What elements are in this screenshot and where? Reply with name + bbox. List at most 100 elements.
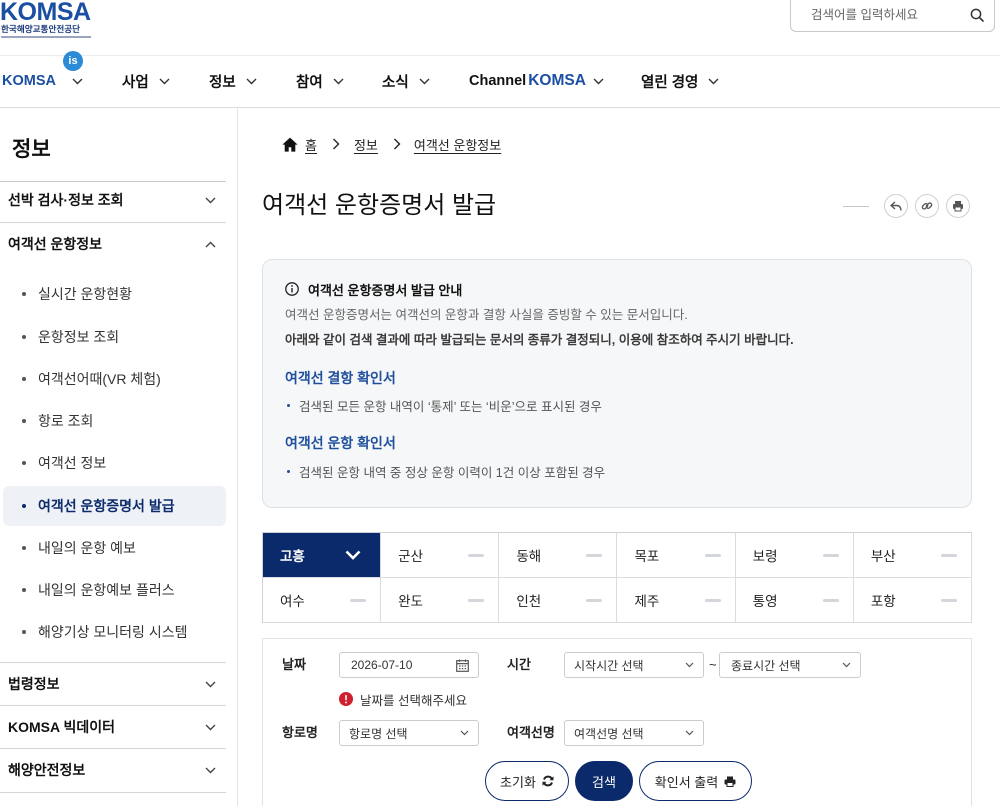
sidebar-divider-line <box>0 748 226 749</box>
nav-item-brand: KOMSA <box>528 72 586 89</box>
region-tab[interactable]: 포항 <box>853 578 972 623</box>
nav-item-label: 소식 <box>382 74 409 91</box>
sidebar-item-vr-experience[interactable]: 여객선어때(VR 체험) <box>3 359 226 399</box>
notice-bullet-text: 검색된 모든 운항 내역이 ‘통제’ 또는 ‘비운’으로 표시된 경우 <box>299 399 602 414</box>
print-icon[interactable] <box>946 194 970 218</box>
sidebar-group-label: 해양안전정보 <box>8 762 86 778</box>
nav-item-komsa[interactable]: KOMSA <box>2 71 83 91</box>
sidebar-group-ship-inspection[interactable]: 선박 검사·정보 조회 <box>0 180 226 220</box>
bullet-icon <box>22 630 26 634</box>
ship-value: 여객선명 선택 <box>574 726 644 741</box>
bullet-icon <box>22 461 26 465</box>
route-value: 항로명 선택 <box>349 726 408 741</box>
nav-item-info[interactable]: 정보 <box>209 71 257 91</box>
bullet-icon <box>22 588 26 592</box>
chevron-down-icon <box>72 78 83 85</box>
minus-icon <box>704 553 721 557</box>
region-tab[interactable]: 제주 <box>617 578 736 623</box>
sidebar-item-weather-monitoring[interactable]: 해양기상 모니터링 시스템 <box>3 612 226 652</box>
route-select[interactable]: 항로명 선택 <box>339 720 479 746</box>
region-tab[interactable]: 여수 <box>263 578 382 623</box>
search-button[interactable]: 검색 <box>575 761 633 801</box>
print-button-label: 확인서 출력 <box>654 774 719 790</box>
region-tab[interactable]: 완도 <box>381 578 500 623</box>
date-error: 날짜를 선택해주세요 <box>339 690 467 708</box>
sidebar-group-law[interactable]: 법령정보 <box>0 664 226 704</box>
sidebar-item-ship-info[interactable]: 여객선 정보 <box>3 443 226 483</box>
minus-icon <box>940 598 957 602</box>
nav-item-business[interactable]: 사업 <box>122 71 170 91</box>
region-tab[interactable]: 군산 <box>381 533 500 578</box>
sidebar-group-passenger-ship[interactable]: 여객선 운항정보 <box>0 224 226 264</box>
notice-section-title: 여객선 결항 확인서 <box>285 370 396 386</box>
region-tab-label: 인천 <box>516 594 542 609</box>
sidebar-item-label: 해양기상 모니터링 시스템 <box>38 624 188 640</box>
chevron-down-icon <box>593 78 604 85</box>
breadcrumb-info[interactable]: 정보 <box>354 135 378 154</box>
certificate-search-form: 날짜 2026-07-10 시간 시작시간 선택 ~ 종료시간 선택 날짜를 선… <box>262 638 972 806</box>
region-tab[interactable]: 고흥 <box>263 533 382 578</box>
sidebar-item-label: 여객선어때(VR 체험) <box>38 371 161 387</box>
home-icon[interactable] <box>282 137 298 152</box>
site-logo[interactable]: KOMSA 한국해양교통안전공단 <box>0 0 96 42</box>
nav-item-channel-komsa[interactable]: Channel KOMSA <box>469 71 604 91</box>
nav-item-participation[interactable]: 참여 <box>296 71 344 91</box>
sidebar-item-route-lookup[interactable]: 항로 조회 <box>3 401 226 441</box>
sidebar-item-operation-lookup[interactable]: 운항정보 조회 <box>3 317 226 357</box>
nav-item-label: Channel <box>469 73 527 89</box>
region-tab[interactable]: 인천 <box>499 578 618 623</box>
sidebar-item-tomorrow-forecast[interactable]: 내일의 운항 예보 <box>3 528 226 568</box>
sidebar-item-label: 운항정보 조회 <box>38 329 120 345</box>
end-time-select[interactable]: 종료시간 선택 <box>719 652 861 678</box>
chevron-down-icon <box>685 730 694 736</box>
sidebar-divider-line <box>0 662 226 663</box>
reset-button-label: 초기화 <box>500 774 536 790</box>
print-certificate-button[interactable]: 확인서 출력 <box>639 761 752 801</box>
search-input[interactable] <box>811 5 961 25</box>
sidebar-item-certificate[interactable]: 여객선 운항증명서 발급 <box>3 486 226 526</box>
sidebar-divider <box>237 107 238 806</box>
printer-icon <box>724 776 736 787</box>
sidebar-group-safety[interactable]: 해양안전정보 <box>0 750 226 790</box>
sidebar-group-label: 여객선 운항정보 <box>8 236 103 252</box>
breadcrumb-home[interactable]: 홈 <box>305 135 317 154</box>
bullet-icon <box>22 546 26 550</box>
region-tab-label: 부산 <box>870 549 896 564</box>
ship-select[interactable]: 여객선명 선택 <box>564 720 704 746</box>
date-field[interactable]: 2026-07-10 <box>339 652 479 678</box>
time-label: 시간 <box>507 657 531 672</box>
region-tab-label: 완도 <box>398 594 423 609</box>
nav-item-label: 참여 <box>296 74 323 91</box>
region-tab[interactable]: 목포 <box>617 533 736 578</box>
region-tab[interactable]: 동해 <box>499 533 618 578</box>
ship-label: 여객선명 <box>507 725 555 740</box>
link-icon[interactable] <box>915 194 939 218</box>
bullet-icon <box>287 403 290 407</box>
share-icon[interactable] <box>884 194 908 218</box>
region-tab[interactable]: 보령 <box>735 533 854 578</box>
chevron-right-icon <box>393 138 401 150</box>
sidebar-group-label: KOMSA 빅데이터 <box>8 719 116 735</box>
sidebar-divider-line <box>0 792 226 793</box>
sidebar-group-label: 법령정보 <box>8 676 60 692</box>
breadcrumb-current[interactable]: 여객선 운항정보 <box>414 135 501 154</box>
notice-heading-row: 여객선 운항증명서 발급 안내 <box>285 280 462 298</box>
sidebar-item-label: 내일의 운항 예보 <box>38 540 136 556</box>
nav-item-news[interactable]: 소식 <box>382 71 430 91</box>
start-time-select[interactable]: 시작시간 선택 <box>564 652 704 678</box>
notice-section-title: 여객선 운항 확인서 <box>285 435 396 451</box>
search-icon[interactable] <box>970 8 984 22</box>
nav-item-label: KOMSA <box>2 73 56 89</box>
region-tab[interactable]: 통영 <box>735 578 854 623</box>
sidebar-item-label: 내일의 운항예보 플러스 <box>38 582 175 598</box>
region-tab[interactable]: 부산 <box>853 533 972 578</box>
reset-button[interactable]: 초기화 <box>485 761 569 801</box>
date-value: 2026-07-10 <box>351 658 413 672</box>
calendar-icon[interactable] <box>456 659 469 672</box>
chevron-down-icon <box>205 767 216 774</box>
sidebar-item-realtime-status[interactable]: 실시간 운항현황 <box>3 274 226 314</box>
certificate-notice: 여객선 운항증명서 발급 안내 여객선 운항증명서는 여객선의 운항과 결항 사… <box>262 259 972 508</box>
sidebar-group-bigdata[interactable]: KOMSA 빅데이터 <box>0 707 226 747</box>
nav-item-open-management[interactable]: 열린 경영 <box>641 71 719 91</box>
sidebar-item-forecast-plus[interactable]: 내일의 운항예보 플러스 <box>3 570 226 610</box>
